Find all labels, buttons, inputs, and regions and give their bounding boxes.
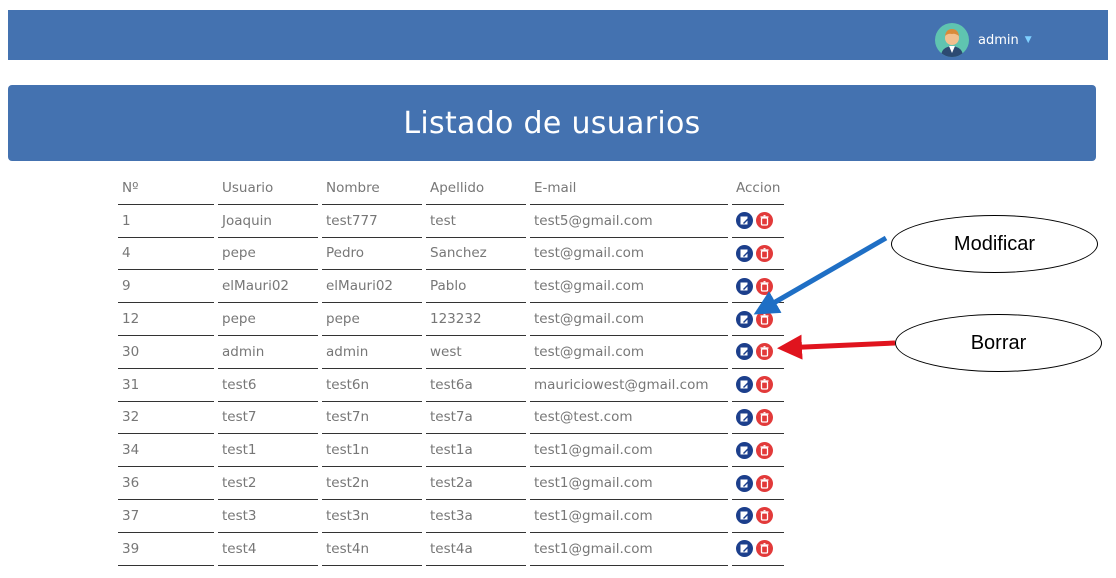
modify-callout: Modificar <box>891 215 1098 273</box>
delete-arrow <box>777 334 896 360</box>
modify-arrow <box>753 235 888 315</box>
delete-callout: Borrar <box>895 314 1102 372</box>
annotation-arrows <box>753 235 896 360</box>
